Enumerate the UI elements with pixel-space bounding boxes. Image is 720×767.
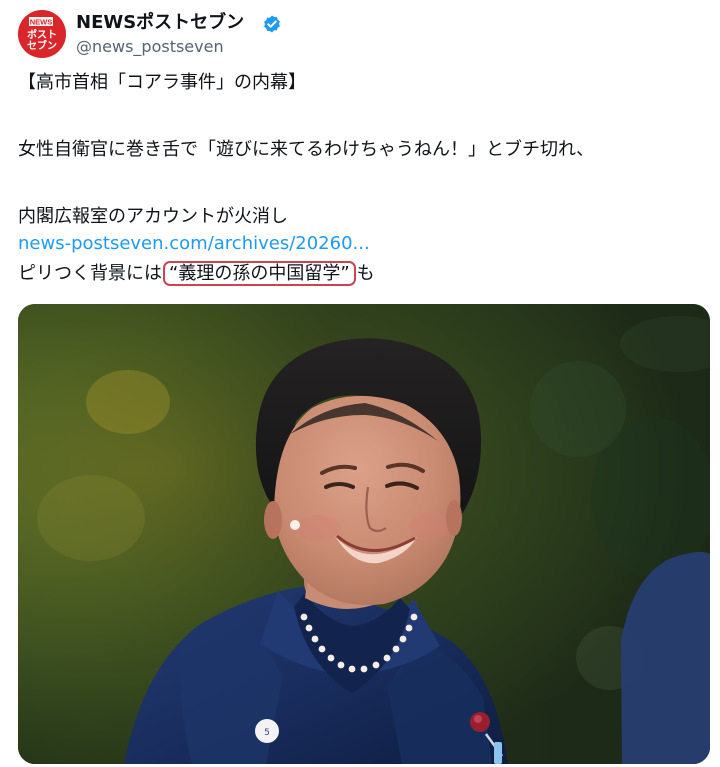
background-suffix: も — [356, 263, 375, 284]
photo-smiling-woman-in-navy-jacket: 5 — [18, 304, 710, 764]
svg-text:ポスト: ポスト — [27, 28, 57, 41]
article-link[interactable]: news-postseven.com/archives/20260... — [18, 232, 370, 256]
newspostseven-logo: NEWS ポスト セブン — [18, 10, 66, 58]
tweet-line-background: ピリつく背景には “義理の孫の中国留学” も — [18, 261, 375, 286]
highlighted-phrase: “義理の孫の中国留学” — [163, 261, 356, 286]
avatar-text-news: NEWS — [30, 18, 53, 27]
tweet-header: NEWS ポスト セブン NEWSポストセブン @news_postseven — [18, 10, 698, 62]
svg-text:5: 5 — [264, 728, 270, 738]
lapel-pin-white: 5 — [255, 719, 279, 743]
tweet-line-headline: 【高市首相「コアラ事件」の内幕】 — [18, 72, 306, 93]
tweet-line-description: 女性自衛官に巻き舌で「遊びに来てるわけちゃうねん！」とブチ切れ、 — [18, 139, 595, 160]
verified-icon — [264, 15, 280, 33]
svg-text:セブン: セブン — [27, 39, 57, 52]
account-name[interactable]: NEWSポストセブン — [76, 11, 244, 35]
tweet-photo[interactable]: 5 — [18, 304, 710, 764]
background-prefix: ピリつく背景には — [18, 263, 162, 284]
tweet-line-secondary: 内閣広報室のアカウントが火消し — [18, 206, 288, 227]
account-avatar[interactable]: NEWS ポスト セブン — [18, 10, 66, 58]
account-handle[interactable]: @news_postseven — [76, 36, 224, 58]
